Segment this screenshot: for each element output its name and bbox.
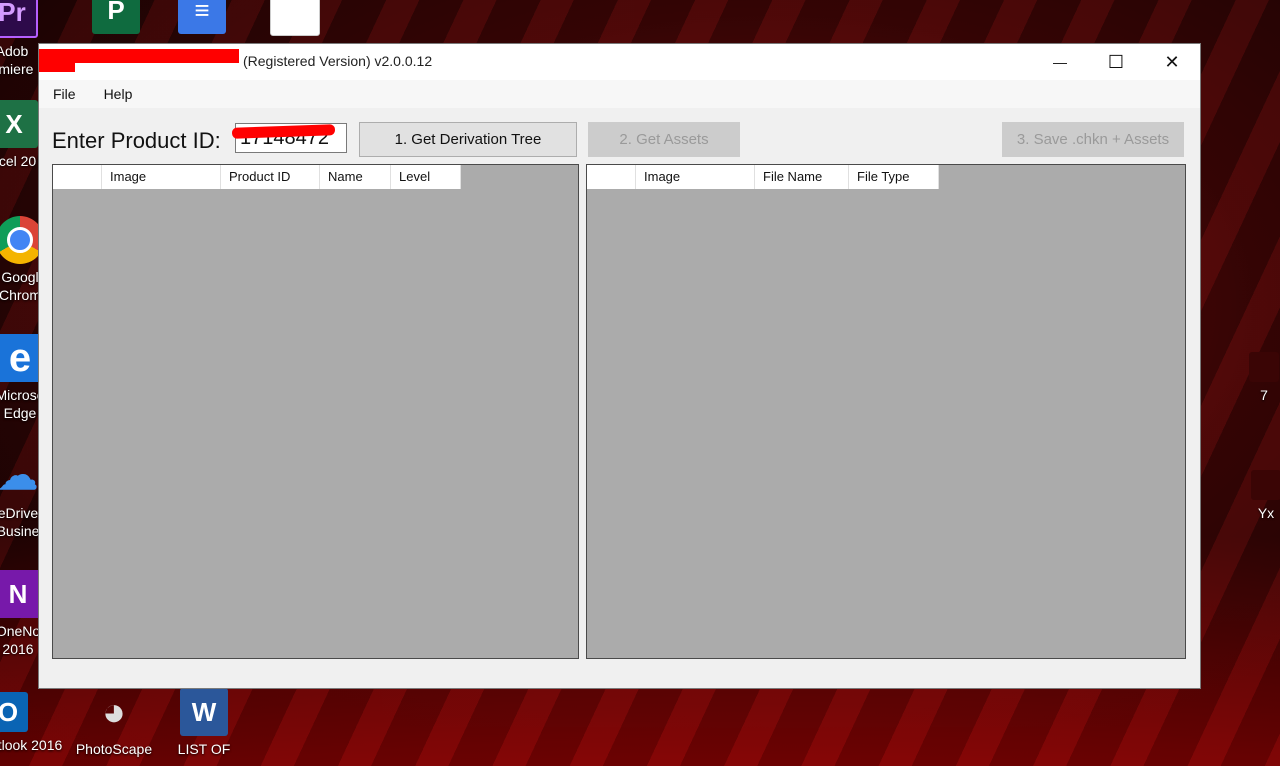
file-icon: [270, 0, 320, 36]
excel-icon: X: [0, 100, 38, 148]
column-level[interactable]: Level: [391, 165, 461, 189]
close-icon: ✕: [1164, 51, 1180, 72]
column-image[interactable]: Image: [636, 165, 755, 189]
window-title: (Registered Version) v2.0.0.12: [243, 53, 433, 69]
column-product-id[interactable]: Product ID: [221, 165, 320, 189]
grid-header: Image Product ID Name Level: [53, 165, 578, 189]
edge-icon: e: [0, 334, 44, 382]
desktop-icon-publisher[interactable]: P: [76, 0, 156, 38]
app-window: (Registered Version) v2.0.0.12 — ☐ ✕ Fil…: [39, 44, 1200, 688]
desktop-icon-right-1[interactable]: 7: [1234, 352, 1280, 404]
desktop-icon-photoscape[interactable]: ◕ PhotoScape: [74, 688, 154, 758]
column-file-name[interactable]: File Name: [755, 165, 849, 189]
get-derivation-tree-button[interactable]: 1. Get Derivation Tree: [359, 122, 577, 157]
photoscape-icon: ◕: [101, 689, 127, 734]
redaction-mark: [39, 62, 75, 72]
cloud-icon: ☁: [0, 454, 38, 498]
file-icon: [1251, 470, 1280, 500]
outlook-icon: O: [0, 692, 28, 732]
desktop-icon-file[interactable]: [255, 0, 335, 40]
document-icon: ≡: [178, 0, 226, 34]
chrome-icon: [0, 216, 44, 264]
minimize-icon: —: [1053, 54, 1067, 70]
get-assets-button[interactable]: 2. Get Assets: [588, 122, 740, 157]
column-name[interactable]: Name: [320, 165, 391, 189]
menu-file[interactable]: File: [49, 84, 80, 104]
desktop-icon-label: 7: [1260, 387, 1268, 403]
menu-help[interactable]: Help: [100, 84, 137, 104]
desktop-icon-label: LIST OF: [177, 741, 231, 757]
column-file-type[interactable]: File Type: [849, 165, 939, 189]
derivation-tree-grid[interactable]: Image Product ID Name Level: [52, 164, 579, 659]
word-icon: W: [180, 688, 228, 736]
minimize-button[interactable]: —: [1032, 44, 1088, 80]
desktop-icon-label: PhotoScape: [75, 741, 153, 757]
publisher-icon: P: [92, 0, 140, 34]
desktop-icon-right-2[interactable]: Yx: [1236, 470, 1280, 522]
desktop-icon-word-doc[interactable]: W LIST OF: [164, 688, 244, 758]
grid-header: Image File Name File Type: [587, 165, 1185, 189]
row-header-column[interactable]: [587, 165, 636, 189]
assets-grid[interactable]: Image File Name File Type: [586, 164, 1186, 659]
row-header-column[interactable]: [53, 165, 102, 189]
title-bar[interactable]: (Registered Version) v2.0.0.12 — ☐ ✕: [39, 44, 1200, 80]
product-id-label: Enter Product ID:: [52, 128, 221, 153]
save-chkn-assets-button[interactable]: 3. Save .chkn + Assets: [1002, 122, 1184, 157]
file-icon: [1249, 352, 1279, 382]
desktop-icon-outlook[interactable]: O tlook 2016: [0, 692, 70, 754]
column-image[interactable]: Image: [102, 165, 221, 189]
desktop-icon-label: Yx: [1257, 505, 1275, 521]
menu-bar: File Help: [39, 80, 1200, 108]
close-button[interactable]: ✕: [1144, 44, 1200, 80]
onenote-icon: N: [0, 570, 42, 618]
redaction-mark: [39, 49, 239, 63]
toolbar-row: Enter Product ID: 1. Get Derivation Tree…: [39, 122, 1200, 158]
maximize-icon: ☐: [1107, 51, 1125, 72]
maximize-button[interactable]: ☐: [1088, 44, 1144, 80]
desktop-icon-label: tlook 2016: [0, 737, 63, 753]
premiere-icon: Pr: [0, 0, 38, 38]
desktop-icon-docs[interactable]: ≡: [162, 0, 242, 38]
